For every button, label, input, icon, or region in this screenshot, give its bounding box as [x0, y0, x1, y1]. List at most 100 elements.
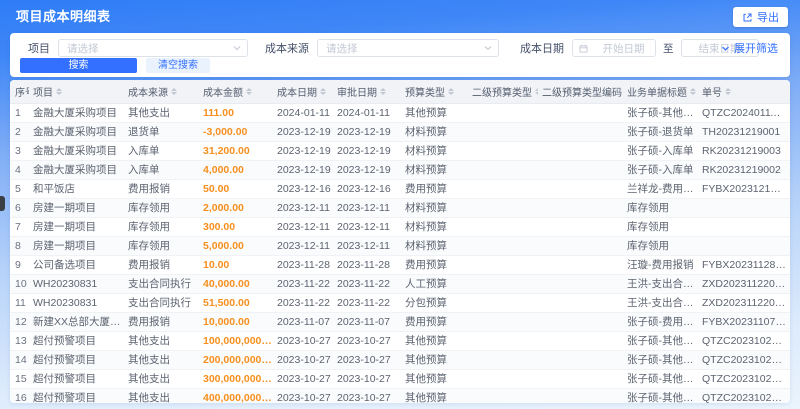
cell-budget_type: 费用预算: [405, 255, 472, 275]
table-row[interactable]: 4 金融大厦采购项目 入库单 4,000.00 2023-12-19 2023-12-19…: [10, 160, 790, 180]
cell-project: 超付预警项目: [33, 331, 128, 351]
cell-project: 超付预警项目: [33, 388, 128, 403]
sort-icon[interactable]: [246, 87, 252, 95]
sort-icon[interactable]: [690, 87, 696, 95]
cell-approve_date: 2023-10-27: [337, 388, 405, 403]
column-header-approve_date[interactable]: 审批日期: [337, 80, 405, 104]
table-row[interactable]: 11 WH20230831 支出合同执行 51,500.00 2023-11-22 202…: [10, 293, 790, 313]
cost-table: 序号项目 成本来源 成本金额 成本日期 审批日期 预算类型 二级预算类型二级预算类型编码业务…: [10, 80, 790, 403]
cell-sub_budget_code: [542, 122, 627, 142]
table-row[interactable]: 2 金融大厦采购项目 退货单 -3,000.00 2023-12-19 2023-12-1…: [10, 122, 790, 142]
cell-source: 入库单: [128, 160, 203, 180]
cell-cost_date: 2023-10-27: [277, 350, 337, 370]
cell-project: 超付预警项目: [33, 350, 128, 370]
cell-sub_budget_type: [472, 350, 542, 370]
column-label: 预算类型: [405, 87, 445, 99]
table-row[interactable]: 10 WH20230831 支出合同执行 40,000.00 2023-11-22 202…: [10, 274, 790, 294]
cell-cost_date: 2023-11-22: [277, 274, 337, 294]
column-header-source[interactable]: 成本来源: [128, 80, 203, 104]
cost-source-select[interactable]: 请选择: [317, 39, 499, 57]
cell-sub_budget_type: [472, 217, 542, 237]
cell-cost_date: 2023-10-27: [277, 369, 337, 389]
cell-project: 和平饭店: [33, 179, 128, 199]
cell-source: 费用报销: [128, 179, 203, 199]
cell-budget_type: 其他预算: [405, 350, 472, 370]
cell-amount: 10.00: [203, 255, 277, 275]
column-header-budget_type[interactable]: 预算类型: [405, 80, 472, 104]
cell-sub_budget_type: [472, 274, 542, 294]
column-header-sub_budget_code[interactable]: 二级预算类型编码: [542, 80, 627, 104]
cell-source: 库存领用: [128, 198, 203, 218]
chevron-down-icon: [721, 44, 730, 53]
start-date-input[interactable]: 开始日期: [572, 39, 656, 57]
cell-source: 库存领用: [128, 217, 203, 237]
filter-row: 项目 请选择 成本来源 请选择 成本日期 开始日期 至 结束日期 展开筛选: [10, 39, 790, 57]
cell-doc_no: [702, 217, 790, 237]
column-label: 单号: [702, 87, 722, 99]
cell-doc_title: 张子硕-其他支出: [627, 103, 702, 123]
cell-cost_date: 2023-10-27: [277, 388, 337, 403]
column-header-index: 序号: [10, 80, 33, 104]
cell-index: 4: [10, 160, 33, 180]
column-header-project[interactable]: 项目: [33, 80, 128, 104]
expand-filters-link[interactable]: 展开筛选: [721, 39, 778, 57]
project-filter-label: 项目: [28, 43, 50, 55]
table-row[interactable]: 9 公司备选项目 费用报销 10.00 2023-11-28 2023-11-28 费用预算…: [10, 255, 790, 275]
sort-icon[interactable]: [448, 87, 454, 95]
table-row[interactable]: 1 金融大厦采购项目 其他支出 111.00 2024-01-11 2024-01-11 其…: [10, 103, 790, 123]
table-row[interactable]: 8 房建一期项目 库存领用 5,000.00 2023-12-11 2023-12-11 材…: [10, 236, 790, 256]
sort-icon[interactable]: [56, 87, 62, 95]
sort-icon[interactable]: [320, 87, 326, 95]
table-row[interactable]: 3 金融大厦采购项目 入库单 31,200.00 2023-12-19 2023-12-1…: [10, 141, 790, 161]
cell-sub_budget_type: [472, 141, 542, 161]
cell-doc_title: 王洪-支出合同执行: [627, 293, 702, 313]
export-button[interactable]: 导出: [733, 7, 788, 27]
search-button[interactable]: 搜索: [20, 58, 137, 73]
table-row[interactable]: 5 和平饭店 费用报销 50.00 2023-12-16 2023-12-16 费用预算 兰祥…: [10, 179, 790, 199]
titlebar: 项目成本明细表 导出: [0, 0, 800, 30]
clear-search-button[interactable]: 清空搜索: [146, 58, 210, 73]
cell-doc_no: ZXD20231122002: [702, 274, 790, 294]
cell-cost_date: 2023-11-28: [277, 255, 337, 275]
column-header-doc_no[interactable]: 单号: [702, 80, 790, 104]
chevron-down-icon: [233, 44, 241, 52]
cell-approve_date: 2023-11-22: [337, 274, 405, 294]
column-header-sub_budget_type[interactable]: 二级预算类型: [472, 80, 542, 104]
cell-project: 金融大厦采购项目: [33, 122, 128, 142]
column-header-doc_title[interactable]: 业务单据标题: [627, 80, 702, 104]
cell-index: 5: [10, 179, 33, 199]
table-row[interactable]: 15 超付预警项目 其他支出 300,000,000.00 2023-10-27 2023…: [10, 369, 790, 389]
cell-doc_title: 张子硕-其他支出: [627, 388, 702, 403]
sort-icon[interactable]: [535, 87, 538, 95]
table-row[interactable]: 12新建XX总部大厦工程二期费用报销10,000.002023-11-07202…: [10, 312, 790, 332]
cell-approve_date: 2023-12-16: [337, 179, 405, 199]
sort-icon[interactable]: [725, 87, 731, 95]
column-header-amount[interactable]: 成本金额: [203, 80, 277, 104]
edge-handle[interactable]: [0, 196, 5, 211]
table-row[interactable]: 13 超付预警项目 其他支出 100,000,000.00 2023-10-27 2023…: [10, 331, 790, 351]
cell-budget_type: 材料预算: [405, 236, 472, 256]
cell-index: 8: [10, 236, 33, 256]
table-row[interactable]: 16 超付预警项目 其他支出 400,000,000.00 2023-10-27 2023…: [10, 388, 790, 403]
cell-amount: 10,000.00: [203, 312, 277, 332]
cell-source: 退货单: [128, 122, 203, 142]
cell-project: 房建一期项目: [33, 198, 128, 218]
project-select[interactable]: 请选择: [58, 39, 248, 57]
cell-source: 支出合同执行: [128, 293, 203, 313]
sort-icon[interactable]: [380, 87, 386, 95]
cell-sub_budget_type: [472, 312, 542, 332]
table-row[interactable]: 6 房建一期项目 库存领用 2,000.00 2023-12-11 2023-12-11 材…: [10, 198, 790, 218]
column-header-cost_date[interactable]: 成本日期: [277, 80, 337, 104]
cell-sub_budget_code: [542, 103, 627, 123]
cell-amount: 300,000,000.00: [203, 369, 277, 389]
filter-panel: 项目 请选择 成本来源 请选择 成本日期 开始日期 至 结束日期 展开筛选 搜索…: [10, 33, 790, 77]
table-row[interactable]: 14 超付预警项目 其他支出 200,000,000.00 2023-10-27 2023…: [10, 350, 790, 370]
cell-project: 金融大厦采购项目: [33, 103, 128, 123]
cell-source: 其他支出: [128, 331, 203, 351]
cell-index: 14: [10, 350, 33, 370]
sort-icon[interactable]: [171, 87, 177, 95]
export-label: 导出: [757, 12, 779, 24]
cell-project: WH20230831: [33, 274, 128, 294]
table-row[interactable]: 7 房建一期项目 库存领用 300.00 2023-12-11 2023-12-11 材料预…: [10, 217, 790, 237]
cell-approve_date: 2023-10-27: [337, 369, 405, 389]
